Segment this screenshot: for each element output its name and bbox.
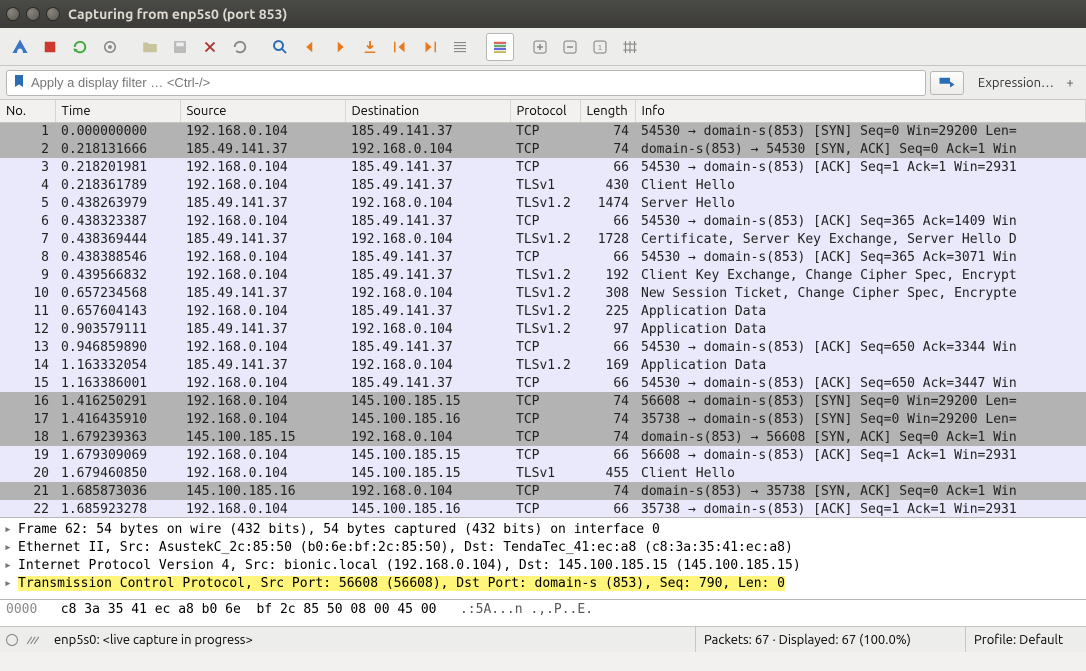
packet-row[interactable]: 141.163332054185.49.141.37192.168.0.104T… (0, 356, 1086, 374)
packet-row[interactable]: 110.657604143192.168.0.104185.49.141.37T… (0, 302, 1086, 320)
minimize-window-button[interactable] (26, 7, 40, 21)
go-last-button[interactable] (416, 33, 444, 61)
packet-row[interactable]: 130.946859890192.168.0.104185.49.141.37T… (0, 338, 1086, 356)
go-first-button[interactable] (386, 33, 414, 61)
detail-ip[interactable]: ▸Internet Protocol Version 4, Src: bioni… (4, 556, 1082, 574)
packet-row[interactable]: 50.438263979185.49.141.37192.168.0.104TL… (0, 194, 1086, 212)
packet-bytes-pane[interactable]: 0000 c8 3a 35 41 ec a8 b0 6e bf 2c 85 50… (0, 600, 1086, 626)
packet-row[interactable]: 191.679309069192.168.0.104145.100.185.15… (0, 446, 1086, 464)
go-forward-button[interactable] (326, 33, 354, 61)
col-header-no[interactable]: No. (0, 100, 55, 122)
packet-row[interactable]: 120.903579111185.49.141.37192.168.0.104T… (0, 320, 1086, 338)
status-packets: Packets: 67 · Displayed: 67 (100.0%) (696, 627, 966, 652)
find-packet-button[interactable] (266, 33, 294, 61)
go-to-packet-button[interactable] (356, 33, 384, 61)
expand-icon[interactable]: ▸ (4, 522, 14, 537)
packet-row[interactable]: 201.679460850192.168.0.104145.100.185.15… (0, 464, 1086, 482)
add-filter-button[interactable]: + (1060, 76, 1080, 90)
col-header-info[interactable]: Info (635, 100, 1086, 122)
window-titlebar: Capturing from enp5s0 (port 853) (0, 0, 1086, 28)
packet-row[interactable]: 60.438323387192.168.0.104185.49.141.37TC… (0, 212, 1086, 230)
packet-row[interactable]: 211.685873036145.100.185.16192.168.0.104… (0, 482, 1086, 500)
packet-row[interactable]: 221.685923278192.168.0.104145.100.185.16… (0, 500, 1086, 518)
expert-info-icon[interactable] (6, 634, 18, 646)
packet-row[interactable]: 40.218361789192.168.0.104185.49.141.37TL… (0, 176, 1086, 194)
svg-text:1: 1 (598, 43, 602, 52)
filter-bookmark-icon[interactable] (11, 73, 27, 92)
zoom-reset-button[interactable]: 1 (586, 33, 614, 61)
display-filter-input[interactable] (31, 75, 921, 90)
go-back-button[interactable] (296, 33, 324, 61)
main-toolbar: 1 (0, 28, 1086, 66)
window-controls (6, 7, 60, 21)
packet-details-pane[interactable]: ▸Frame 62: 54 bytes on wire (432 bits), … (0, 518, 1086, 600)
col-header-protocol[interactable]: Protocol (510, 100, 580, 122)
detail-ethernet[interactable]: ▸Ethernet II, Src: AsustekC_2c:85:50 (b0… (4, 538, 1082, 556)
hex-offset: 0000 (6, 602, 37, 617)
zoom-in-button[interactable] (526, 33, 554, 61)
packet-row[interactable]: 151.163386001192.168.0.104185.49.141.37T… (0, 374, 1086, 392)
col-header-source[interactable]: Source (180, 100, 345, 122)
display-filter-field[interactable] (6, 70, 926, 96)
close-window-button[interactable] (6, 7, 20, 21)
col-header-destination[interactable]: Destination (345, 100, 510, 122)
expand-icon[interactable]: ▸ (4, 576, 14, 591)
packet-row[interactable]: 10.000000000192.168.0.104185.49.141.37TC… (0, 122, 1086, 140)
apply-filter-button[interactable] (930, 71, 964, 95)
packet-row[interactable]: 161.416250291192.168.0.104145.100.185.15… (0, 392, 1086, 410)
restart-capture-button[interactable] (66, 33, 94, 61)
detail-tcp[interactable]: ▸Transmission Control Protocol, Src Port… (4, 574, 1082, 592)
packet-list-header[interactable]: No. Time Source Destination Protocol Len… (0, 100, 1086, 122)
capture-mode-icon[interactable] (26, 631, 40, 648)
zoom-out-button[interactable] (556, 33, 584, 61)
packet-row[interactable]: 90.439566832192.168.0.104185.49.141.37TL… (0, 266, 1086, 284)
close-file-button[interactable] (196, 33, 224, 61)
packet-row[interactable]: 30.218201981192.168.0.104185.49.141.37TC… (0, 158, 1086, 176)
hex-bytes: c8 3a 35 41 ec a8 b0 6e bf 2c 85 50 08 0… (61, 602, 437, 617)
col-header-length[interactable]: Length (580, 100, 635, 122)
packet-row[interactable]: 171.416435910192.168.0.104145.100.185.16… (0, 410, 1086, 428)
col-header-time[interactable]: Time (55, 100, 180, 122)
display-filter-bar: Expression… + (0, 66, 1086, 100)
start-capture-button[interactable] (6, 33, 34, 61)
detail-frame[interactable]: ▸Frame 62: 54 bytes on wire (432 bits), … (4, 520, 1082, 538)
colorize-button[interactable] (486, 33, 514, 61)
status-bar: enp5s0: <live capture in progress> Packe… (0, 626, 1086, 652)
packet-row[interactable]: 80.438388546192.168.0.104185.49.141.37TC… (0, 248, 1086, 266)
resize-columns-button[interactable] (616, 33, 644, 61)
open-file-button[interactable] (136, 33, 164, 61)
packet-row[interactable]: 70.438369444185.49.141.37192.168.0.104TL… (0, 230, 1086, 248)
packet-row[interactable]: 181.679239363145.100.185.15192.168.0.104… (0, 428, 1086, 446)
stop-capture-button[interactable] (36, 33, 64, 61)
maximize-window-button[interactable] (46, 7, 60, 21)
status-interface: enp5s0: <live capture in progress> (46, 627, 696, 652)
save-file-button[interactable] (166, 33, 194, 61)
packet-list-pane[interactable]: No. Time Source Destination Protocol Len… (0, 100, 1086, 518)
capture-options-button[interactable] (96, 33, 124, 61)
packet-row[interactable]: 100.657234568185.49.141.37192.168.0.104T… (0, 284, 1086, 302)
packet-row[interactable]: 20.218131666185.49.141.37192.168.0.104TC… (0, 140, 1086, 158)
status-profile[interactable]: Profile: Default (966, 627, 1086, 652)
expression-button[interactable]: Expression… (976, 76, 1056, 90)
auto-scroll-button[interactable] (446, 33, 474, 61)
reload-button[interactable] (226, 33, 254, 61)
expand-icon[interactable]: ▸ (4, 558, 14, 573)
hex-ascii: .:5A...n .,.P..E. (460, 602, 593, 617)
expand-icon[interactable]: ▸ (4, 540, 14, 555)
window-title: Capturing from enp5s0 (port 853) (68, 6, 287, 22)
